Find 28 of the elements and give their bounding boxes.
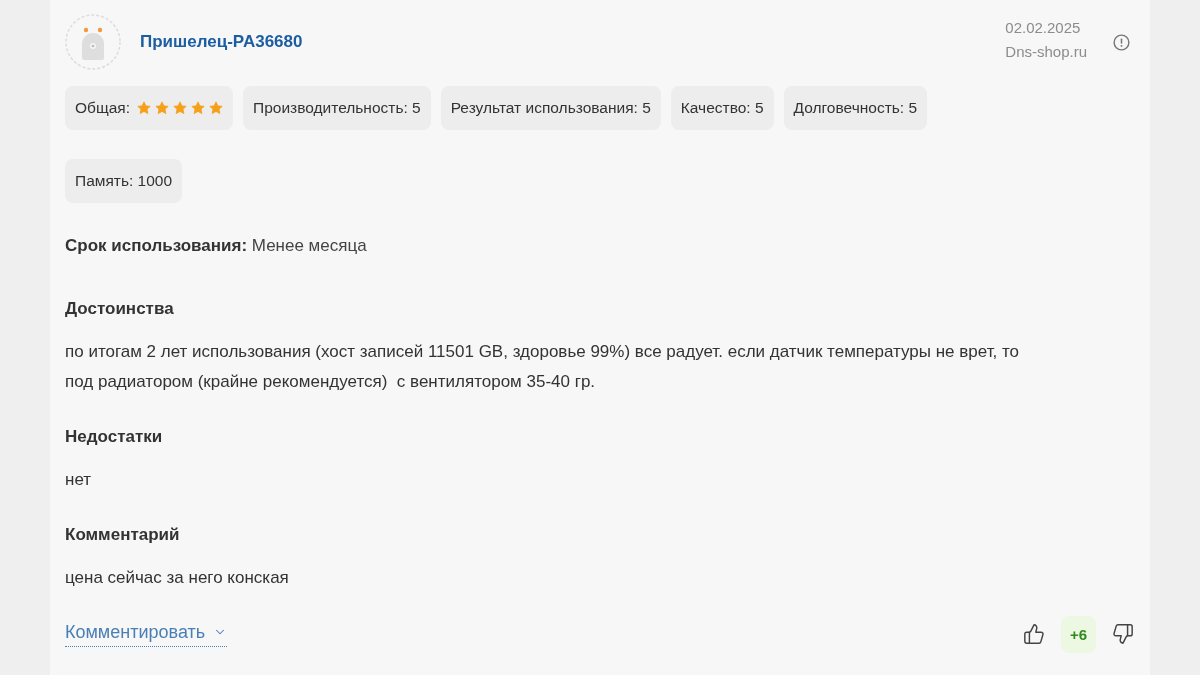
avatar-icon <box>65 14 121 70</box>
rating-chip: Качество: 5 <box>670 86 774 130</box>
review-source: Dns-shop.ru <box>1005 42 1087 62</box>
usage-period-text: Срок использования: Менее месяца <box>65 235 368 257</box>
property-chip: Память: 1000 <box>65 159 183 203</box>
exclamation-circle-icon[interactable] <box>1113 33 1130 51</box>
section-heading: Недостатки <box>65 426 164 448</box>
star-icon <box>173 101 187 115</box>
section-text: цена сейчас за него конская <box>65 567 290 589</box>
star-icon <box>155 101 169 115</box>
dislike-button[interactable] <box>1110 621 1136 647</box>
section-text: нет <box>65 469 93 491</box>
rating-label: Общая: <box>75 99 130 117</box>
star-icon <box>209 101 223 115</box>
star-icon <box>191 101 205 115</box>
star-icon <box>137 101 151 115</box>
rating-chip: Долговечность: 5 <box>783 86 928 130</box>
comment-link[interactable]: Комментировать <box>65 621 228 647</box>
section-text: по итогам 2 лет использования (хост записей 11501 GB, здоровье 99%) все радует. если датчик температуры не врет, то под радиатором (крайне рекомендуется) с вентилятором 35-40 гр. <box>65 341 1021 393</box>
thumbs-down-icon <box>1112 623 1134 645</box>
rating-chip: Производительность: 5 <box>243 86 431 130</box>
vote-score: +6 <box>1060 615 1096 653</box>
author-name-link[interactable]: Пришелец-PA36680 <box>140 32 303 52</box>
thumbs-up-icon <box>1022 623 1045 645</box>
section-heading: Комментарий <box>65 524 181 546</box>
rating-chip: Результат использования: 5 <box>440 86 661 130</box>
review-date: 02.02.2025 <box>1005 18 1082 38</box>
section-heading: Достоинства <box>65 298 175 320</box>
